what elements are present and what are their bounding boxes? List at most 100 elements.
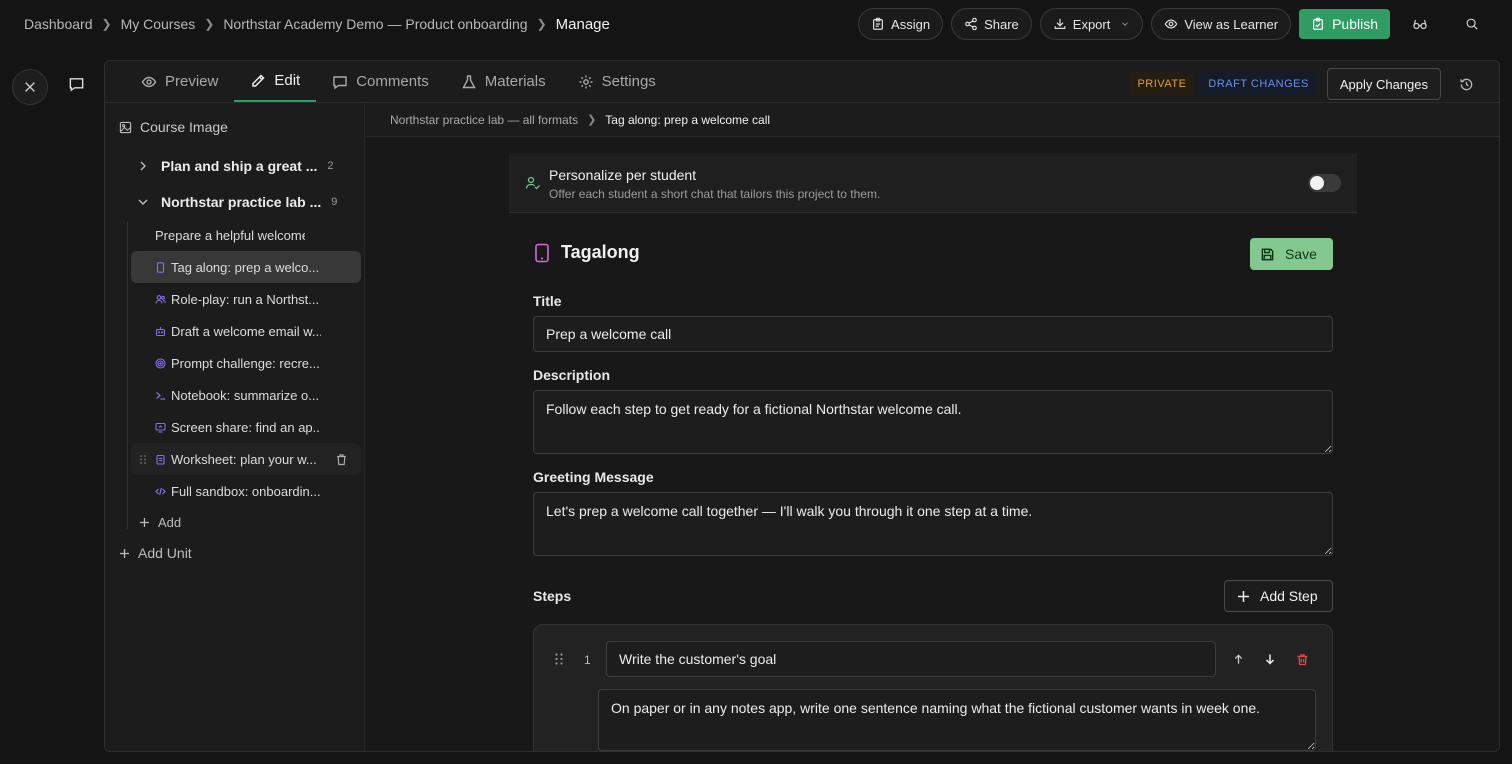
- private-badge: PRIVATE: [1129, 72, 1195, 96]
- step-description-textarea[interactable]: On paper or in any notes app, write one …: [598, 689, 1316, 751]
- unit-item[interactable]: Northstar practice lab ... 9: [137, 194, 337, 210]
- personalize-subtitle: Offer each student a short chat that tai…: [549, 187, 881, 201]
- personalize-title: Personalize per student: [549, 167, 697, 183]
- add-item-label: Add: [158, 515, 182, 530]
- unit-item[interactable]: Plan and ship a great ... 2: [137, 158, 334, 174]
- share-label: Share: [984, 16, 1019, 32]
- export-button[interactable]: Export: [1039, 8, 1144, 40]
- plus-icon: [120, 548, 129, 558]
- description-textarea[interactable]: Follow each step to get ready for a fict…: [533, 390, 1333, 454]
- chevron-down-icon: [138, 199, 148, 205]
- add-unit-label: Add Unit: [138, 545, 192, 561]
- chat-button[interactable]: [62, 70, 90, 98]
- toggle-knob: [1310, 176, 1324, 190]
- greeting-label: Greeting Message: [533, 469, 654, 485]
- breadcrumb-current: Manage: [555, 15, 610, 33]
- save-button[interactable]: Save: [1250, 238, 1333, 270]
- item-label: Prompt challenge: recre...: [171, 355, 320, 371]
- delete-step-button[interactable]: [1294, 651, 1310, 667]
- tab-edit[interactable]: Edit: [234, 61, 317, 102]
- crumb-parent[interactable]: Northstar practice lab — all formats: [390, 113, 578, 127]
- phone-icon: [535, 243, 549, 262]
- steps-label: Steps: [533, 588, 572, 604]
- tab-bar: Preview Edit Comments Materials Settings…: [105, 61, 1499, 103]
- title-input[interactable]: [533, 316, 1333, 352]
- people-icon: [155, 294, 166, 304]
- tab-settings[interactable]: Settings: [562, 61, 672, 102]
- step-title-input[interactable]: [606, 641, 1216, 677]
- drag-handle-icon[interactable]: [554, 652, 564, 666]
- breadcrumb-dashboard[interactable]: Dashboard: [24, 16, 93, 32]
- personalize-toggle[interactable]: [1308, 174, 1341, 192]
- course-outline: Course Image Plan and ship a great ... 2…: [105, 103, 365, 751]
- item-label: Full sandbox: onboardin...: [171, 483, 321, 499]
- greeting-textarea[interactable]: Let's prep a welcome call together — I'l…: [533, 492, 1333, 556]
- save-icon: [1261, 248, 1274, 260]
- monitor-icon: [155, 422, 166, 433]
- comment-icon: [333, 75, 347, 89]
- tab-label: Comments: [356, 73, 429, 90]
- list-item[interactable]: Draft a welcome email w...: [131, 315, 361, 347]
- move-up-button[interactable]: [1230, 651, 1246, 667]
- list-item[interactable]: Screen share: find an ap...: [131, 411, 361, 443]
- share-button[interactable]: Share: [951, 8, 1032, 40]
- assign-button[interactable]: Assign: [858, 8, 944, 40]
- add-item-button[interactable]: Add: [139, 515, 181, 530]
- top-bar: Dashboard ❯ My Courses ❯ Northstar Acade…: [0, 0, 1512, 48]
- list-item-selected[interactable]: Tag along: prep a welco...: [131, 251, 361, 283]
- chevron-right-icon: ❯: [204, 17, 215, 31]
- add-unit-button[interactable]: Add Unit: [119, 545, 192, 561]
- block-type-title: Tagalong: [561, 242, 640, 262]
- block-editor: Personalize per student Offer each stude…: [366, 138, 1499, 751]
- add-step-button[interactable]: Add Step: [1224, 580, 1333, 612]
- plus-icon: [1238, 590, 1249, 602]
- item-label: Tag along: prep a welco...: [171, 259, 320, 275]
- list-item[interactable]: Full sandbox: onboardin...: [131, 475, 361, 507]
- tab-label: Settings: [601, 73, 656, 90]
- tab-comments[interactable]: Comments: [316, 61, 445, 102]
- download-icon: [1054, 18, 1066, 29]
- tab-label: Preview: [165, 73, 219, 90]
- draft-changes-badge: DRAFT CHANGES: [1200, 72, 1317, 96]
- unit-title: Plan and ship a great ...: [161, 158, 318, 174]
- course-image-item[interactable]: Course Image: [119, 119, 228, 135]
- clipboard-check-icon: [1313, 17, 1324, 30]
- gear-icon: [579, 75, 593, 88]
- item-label: Prepare a helpful welcome ...: [155, 227, 305, 243]
- chevron-down-icon: [1122, 22, 1129, 26]
- list-item[interactable]: Worksheet: plan your w...: [131, 443, 361, 475]
- content-breadcrumb: Northstar practice lab — all formats ❯ T…: [366, 103, 1499, 137]
- move-down-button[interactable]: [1262, 651, 1278, 667]
- apply-changes-button[interactable]: Apply Changes: [1326, 68, 1441, 100]
- history-button[interactable]: [1451, 69, 1481, 99]
- breadcrumb-course[interactable]: Northstar Academy Demo — Product onboard…: [223, 16, 527, 32]
- list-item[interactable]: Prepare a helpful welcome ...: [131, 219, 361, 251]
- glasses-button[interactable]: [1404, 8, 1436, 40]
- publish-button[interactable]: Publish: [1299, 9, 1390, 39]
- description-label: Description: [533, 367, 611, 383]
- chevron-right-icon: ❯: [101, 17, 112, 31]
- tab-label: Edit: [274, 72, 301, 89]
- add-step-label: Add Step: [1260, 588, 1318, 604]
- list-item[interactable]: Prompt challenge: recre...: [131, 347, 361, 379]
- export-label: Export: [1072, 16, 1111, 32]
- close-button[interactable]: [12, 69, 48, 105]
- tab-preview[interactable]: Preview: [125, 61, 234, 102]
- image-icon: [119, 121, 132, 133]
- view-as-learner-button[interactable]: View as Learner: [1151, 8, 1292, 40]
- list-item[interactable]: Notebook: summarize o...: [131, 379, 361, 411]
- breadcrumb-my-courses[interactable]: My Courses: [121, 16, 196, 32]
- trash-icon[interactable]: [335, 453, 348, 466]
- chevron-right-icon: ❯: [536, 17, 547, 31]
- pencil-icon: [252, 73, 265, 87]
- search-button[interactable]: [1456, 8, 1488, 40]
- chevron-right-icon: ❯: [587, 114, 597, 126]
- step-card: 1 On paper or in any notes app, write on…: [533, 624, 1333, 751]
- title-label: Title: [533, 293, 562, 309]
- assign-label: Assign: [891, 16, 931, 32]
- code-icon: [155, 487, 166, 495]
- tab-materials[interactable]: Materials: [445, 61, 562, 102]
- drag-handle-icon[interactable]: [139, 454, 147, 465]
- list-item[interactable]: Role-play: run a Northst...: [131, 283, 361, 315]
- share-icon: [965, 17, 977, 31]
